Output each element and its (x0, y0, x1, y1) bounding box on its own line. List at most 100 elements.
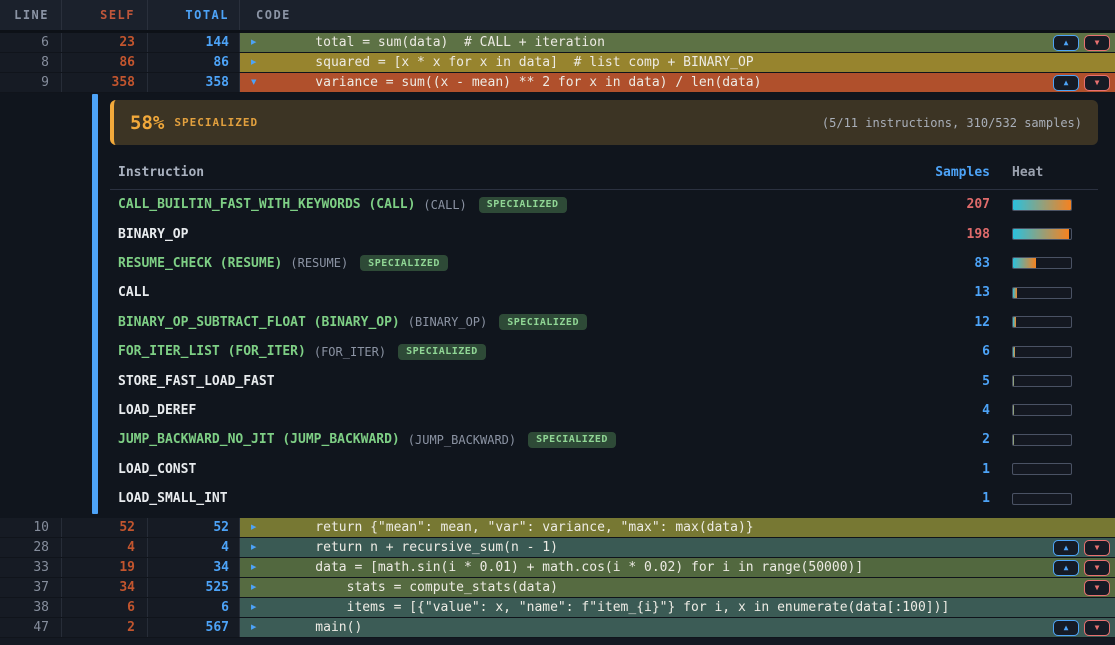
heat-column-header: Heat (1012, 165, 1090, 180)
heat-bar-cell (1012, 287, 1090, 299)
code-cell[interactable]: ▶ squared = [x * x for x in data] # list… (240, 53, 1115, 72)
heat-bar-fill (1013, 229, 1069, 239)
line-number: 47 (0, 618, 62, 637)
heat-bar-cell (1012, 257, 1090, 269)
code-cell[interactable]: ▶ total = sum(data) # CALL + iteration▲▼ (240, 33, 1115, 52)
heat-bar (1012, 287, 1072, 299)
code-cell[interactable]: ▶ stats = compute_stats(data)▼ (240, 578, 1115, 597)
code-cell[interactable]: ▶ return n + recursive_sum(n - 1)▲▼ (240, 538, 1115, 557)
instruction-name: STORE_FAST_LOAD_FAST (118, 374, 275, 389)
samples-column-header: Samples (926, 165, 990, 180)
instruction-name-cell: FOR_ITER_LIST (FOR_ITER)(FOR_ITER)SPECIA… (118, 344, 926, 360)
expand-expander-icon[interactable]: ▶ (251, 603, 256, 612)
instruction-row: BINARY_OP_SUBTRACT_FLOAT (BINARY_OP)(BIN… (110, 308, 1098, 337)
code-row: 331934▶ data = [math.sin(i * 0.01) + mat… (0, 558, 1115, 578)
instruction-row: LOAD_CONST1 (110, 455, 1098, 484)
self-samples-value: 19 (62, 558, 148, 577)
jump-down-button[interactable]: ▼ (1084, 560, 1110, 576)
instruction-name-cell: LOAD_SMALL_INT (118, 491, 926, 506)
heat-bar-cell (1012, 316, 1090, 328)
self-samples-value: 23 (62, 33, 148, 52)
instruction-column-header: Instruction (118, 165, 926, 180)
heat-bar-fill (1013, 376, 1014, 386)
instruction-row: LOAD_SMALL_INT1 (110, 484, 1098, 513)
jump-down-button[interactable]: ▼ (1084, 540, 1110, 556)
instruction-name-cell: STORE_FAST_LOAD_FAST (118, 374, 926, 389)
instruction-row: CALL_BUILTIN_FAST_WITH_KEYWORDS (CALL)(C… (110, 190, 1098, 219)
profiler-app: LINE SELF TOTAL CODE 623144▶ total = sum… (0, 0, 1115, 645)
jump-up-button[interactable]: ▲ (1053, 75, 1079, 91)
jump-down-button[interactable]: ▼ (1084, 620, 1110, 636)
expand-expander-icon[interactable]: ▶ (251, 58, 256, 67)
expand-expander-icon[interactable]: ▶ (251, 523, 256, 532)
code-cell[interactable]: ▶ data = [math.sin(i * 0.01) + math.cos(… (240, 558, 1115, 577)
heat-bar (1012, 346, 1072, 358)
instruction-name-cell: BINARY_OP_SUBTRACT_FLOAT (BINARY_OP)(BIN… (118, 314, 926, 330)
total-samples-value: 4 (148, 538, 240, 557)
total-samples-value: 358 (148, 73, 240, 92)
self-samples-value: 34 (62, 578, 148, 597)
instruction-name: BINARY_OP (118, 227, 188, 242)
jump-buttons: ▲▼ (1053, 620, 1110, 636)
total-samples-value: 6 (148, 598, 240, 617)
jump-buttons: ▲▼ (1053, 75, 1110, 91)
expand-expander-icon[interactable]: ▶ (251, 563, 256, 572)
specialized-percent: 58% (130, 112, 164, 134)
arrow-up-icon: ▲ (1064, 79, 1069, 87)
instruction-samples-value: 1 (926, 462, 990, 477)
self-samples-value: 86 (62, 53, 148, 72)
code-text: return {"mean": mean, "var": variance, "… (284, 520, 754, 535)
instruction-samples-value: 12 (926, 315, 990, 330)
jump-up-button[interactable]: ▲ (1053, 35, 1079, 51)
column-header-total: TOTAL (148, 0, 240, 30)
collapse-expander-icon[interactable]: ▼ (251, 78, 256, 87)
heat-bar-fill (1013, 347, 1015, 357)
arrow-down-icon: ▼ (1095, 624, 1100, 632)
self-samples-value: 358 (62, 73, 148, 92)
heat-bar (1012, 375, 1072, 387)
jump-up-button[interactable]: ▲ (1053, 620, 1079, 636)
expand-expander-icon[interactable]: ▶ (251, 38, 256, 47)
expand-expander-icon[interactable]: ▶ (251, 583, 256, 592)
total-samples-value: 567 (148, 618, 240, 637)
instruction-samples-value: 2 (926, 432, 990, 447)
arrow-up-icon: ▲ (1064, 544, 1069, 552)
instruction-name: LOAD_DEREF (118, 403, 196, 418)
instruction-name: RESUME_CHECK (RESUME) (118, 256, 282, 271)
instruction-name: JUMP_BACKWARD_NO_JIT (JUMP_BACKWARD) (118, 432, 400, 447)
code-text: squared = [x * x for x in data] # list c… (284, 55, 754, 70)
instruction-samples-value: 83 (926, 256, 990, 271)
instruction-name: CALL_BUILTIN_FAST_WITH_KEYWORDS (CALL) (118, 197, 415, 212)
jump-down-button[interactable]: ▼ (1084, 75, 1110, 91)
line-detail-panel: 58% SPECIALIZED (5/11 instructions, 310/… (0, 93, 1115, 518)
detail-indent-bar (92, 94, 98, 514)
jump-up-button[interactable]: ▲ (1053, 560, 1079, 576)
arrow-down-icon: ▼ (1095, 584, 1100, 592)
heat-bar (1012, 404, 1072, 416)
column-header-code: CODE (240, 0, 1115, 30)
line-number: 8 (0, 53, 62, 72)
specialized-badge: SPECIALIZED (499, 314, 587, 330)
heat-bar (1012, 316, 1072, 328)
code-cell[interactable]: ▶ main()▲▼ (240, 618, 1115, 637)
jump-down-button[interactable]: ▼ (1084, 35, 1110, 51)
expand-expander-icon[interactable]: ▶ (251, 623, 256, 632)
total-samples-value: 144 (148, 33, 240, 52)
expand-expander-icon[interactable]: ▶ (251, 543, 256, 552)
instruction-samples-value: 207 (926, 197, 990, 212)
specialized-badge: SPECIALIZED (479, 197, 567, 213)
heat-bar (1012, 463, 1072, 475)
line-number: 37 (0, 578, 62, 597)
code-cell[interactable]: ▼ variance = sum((x - mean) ** 2 for x i… (240, 73, 1115, 92)
specialized-badge: SPECIALIZED (398, 344, 486, 360)
code-cell[interactable]: ▶ items = [{"value": x, "name": f"item_{… (240, 598, 1115, 617)
jump-down-button[interactable]: ▼ (1084, 580, 1110, 596)
instruction-name-cell: CALL (118, 285, 926, 300)
code-cell[interactable]: ▶ return {"mean": mean, "var": variance,… (240, 518, 1115, 537)
heat-bar-cell (1012, 463, 1090, 475)
jump-up-button[interactable]: ▲ (1053, 540, 1079, 556)
instruction-samples-value: 5 (926, 374, 990, 389)
arrow-down-icon: ▼ (1095, 564, 1100, 572)
instruction-samples-value: 198 (926, 227, 990, 242)
total-samples-value: 86 (148, 53, 240, 72)
